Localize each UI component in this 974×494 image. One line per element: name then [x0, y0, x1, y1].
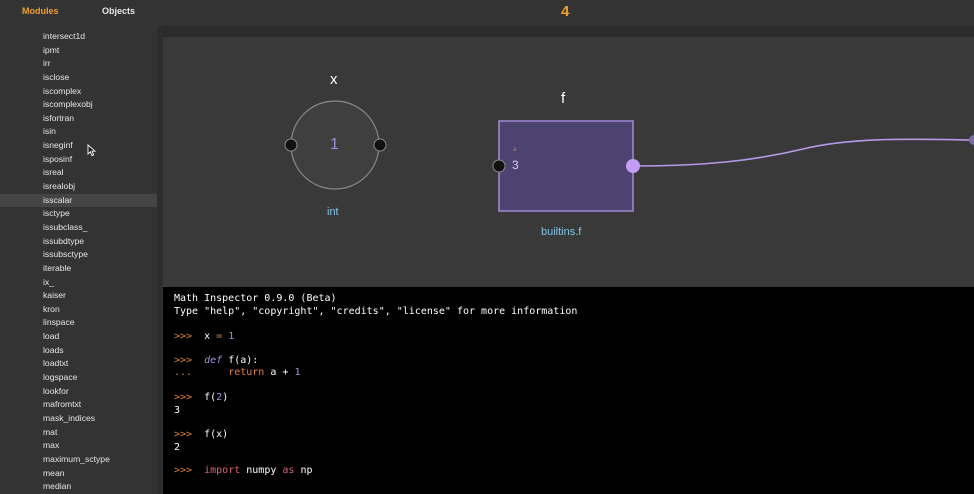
code-token: return — [228, 367, 265, 378]
sidebar-item-mat[interactable]: mat — [0, 426, 157, 440]
sidebar-item-issubdtype[interactable]: issubdtype — [0, 235, 157, 249]
sidebar-item-isctype[interactable]: isctype — [0, 207, 157, 221]
node-f-output-port — [626, 159, 640, 173]
code-token: f(x) — [204, 429, 229, 440]
sidebar-item-kron[interactable]: kron — [0, 303, 157, 317]
console-prompt: >>> — [174, 355, 193, 366]
console-banner-help: Type "help", "copyright", "credits", "li… — [174, 306, 578, 317]
console-line-4: >>> f(2) — [174, 392, 228, 403]
console-line-1: >>> x = 1 — [174, 331, 234, 342]
object-counter: 4 — [561, 3, 570, 20]
sidebar-item-kaiser[interactable]: kaiser — [0, 289, 157, 303]
console-line-3: ... return a + 1 — [174, 367, 300, 378]
sidebar-item-linspace[interactable]: linspace — [0, 316, 157, 330]
node-f-arg-label: a — [513, 147, 517, 153]
sidebar-item-lookfor[interactable]: lookfor — [0, 385, 157, 399]
node-x-input-port — [284, 138, 298, 152]
sidebar-item-logspace[interactable]: logspace — [0, 371, 157, 385]
sidebar-item-ipmt[interactable]: ipmt — [0, 44, 157, 58]
node-graph — [284, 100, 974, 212]
sidebar-item-mean[interactable]: mean — [0, 467, 157, 481]
node-x-value: 1 — [330, 136, 339, 153]
code-token: a + — [270, 367, 289, 378]
sidebar-item-isreal[interactable]: isreal — [0, 166, 157, 180]
code-token: = — [216, 331, 223, 342]
console-line-2: >>> def f(a): — [174, 355, 258, 366]
sidebar-item-loadtxt[interactable]: loadtxt — [0, 357, 157, 371]
code-token: numpy — [246, 465, 277, 476]
sidebar-item-isin[interactable]: isin — [0, 125, 157, 139]
sidebar-item-irr[interactable]: irr — [0, 57, 157, 71]
modules-sidebar: intersect1d ipmt irr isclose iscomplex iscomp… — [0, 26, 157, 494]
sidebar-item-mafromtxt[interactable]: mafromtxt — [0, 398, 157, 412]
top-bar: Modules Objects 4 — [0, 0, 974, 26]
python-console[interactable]: Math Inspector 0.9.0 (Beta) Type "help",… — [163, 287, 974, 494]
sidebar-item-load[interactable]: load — [0, 330, 157, 344]
wire-end-port — [969, 135, 974, 145]
sidebar-item-loads[interactable]: loads — [0, 344, 157, 358]
sidebar-item-iscomplexobj[interactable]: iscomplexobj — [0, 98, 157, 112]
sidebar-item-isposinf[interactable]: isposinf — [0, 153, 157, 167]
sidebar-item-isscalar[interactable]: isscalar — [0, 193, 157, 208]
sidebar-item-median[interactable]: median — [0, 480, 157, 494]
sidebar-item-isclose[interactable]: isclose — [0, 71, 157, 85]
sidebar-item-ix[interactable]: ix_ — [0, 276, 157, 290]
code-token: ) — [222, 392, 229, 403]
tab-modules[interactable]: Modules — [22, 6, 59, 16]
node-canvas[interactable]: x 1 int f a 3 builtins.f — [163, 37, 974, 287]
node-f-input-port — [492, 159, 506, 173]
console-output-2: 2 — [174, 442, 181, 453]
console-prompt: >>> — [174, 392, 193, 403]
node-x-title: x — [330, 71, 338, 88]
sidebar-item-isrealobj[interactable]: isrealobj — [0, 180, 157, 194]
sidebar-item-isneginf[interactable]: isneginf — [0, 139, 157, 153]
sidebar-item-iscomplex[interactable]: iscomplex — [0, 85, 157, 99]
node-x-type: int — [327, 206, 339, 218]
code-token: x — [204, 331, 211, 342]
console-line-6[interactable]: >>> import numpy as np — [174, 465, 313, 476]
tab-objects[interactable]: Objects — [102, 6, 135, 16]
sidebar-item-isfortran[interactable]: isfortran — [0, 112, 157, 126]
code-token: def — [204, 355, 223, 366]
code-token: as — [282, 465, 295, 476]
console-prompt: >>> — [174, 331, 193, 342]
code-token: 1 — [294, 367, 301, 378]
code-token: f( — [204, 392, 217, 403]
connection-wire — [632, 138, 972, 167]
console-banner-title: Math Inspector 0.9.0 (Beta) — [174, 293, 337, 304]
sidebar-list: intersect1d ipmt irr isclose iscomplex iscomp… — [0, 30, 157, 494]
node-x-output-port — [373, 138, 387, 152]
code-token: 1 — [228, 331, 235, 342]
sidebar-item-issubclass[interactable]: issubclass_ — [0, 221, 157, 235]
node-f-type: builtins.f — [541, 226, 582, 238]
sidebar-item-max[interactable]: max — [0, 439, 157, 453]
mouse-cursor-icon — [87, 144, 96, 157]
code-token: f(a): — [228, 355, 259, 366]
console-prompt: >>> — [174, 465, 193, 476]
code-token: import — [204, 465, 241, 476]
node-f-box — [498, 120, 634, 212]
code-token: np — [300, 465, 313, 476]
console-line-5: >>> f(x) — [174, 429, 228, 440]
console-prompt: >>> — [174, 429, 193, 440]
sidebar-item-iterable[interactable]: iterable — [0, 262, 157, 276]
sidebar-item-mask-indices[interactable]: mask_indices — [0, 412, 157, 426]
sidebar-item-maximum-sctype[interactable]: maximum_sctype — [0, 453, 157, 467]
node-f-title: f — [561, 90, 566, 107]
sidebar-item-intersect1d[interactable]: intersect1d — [0, 30, 157, 44]
console-output-1: 3 — [174, 405, 181, 416]
sidebar-item-issubsctype[interactable]: issubsctype — [0, 248, 157, 262]
console-continuation: ... — [174, 367, 193, 378]
node-f-arg-value: 3 — [512, 158, 519, 172]
